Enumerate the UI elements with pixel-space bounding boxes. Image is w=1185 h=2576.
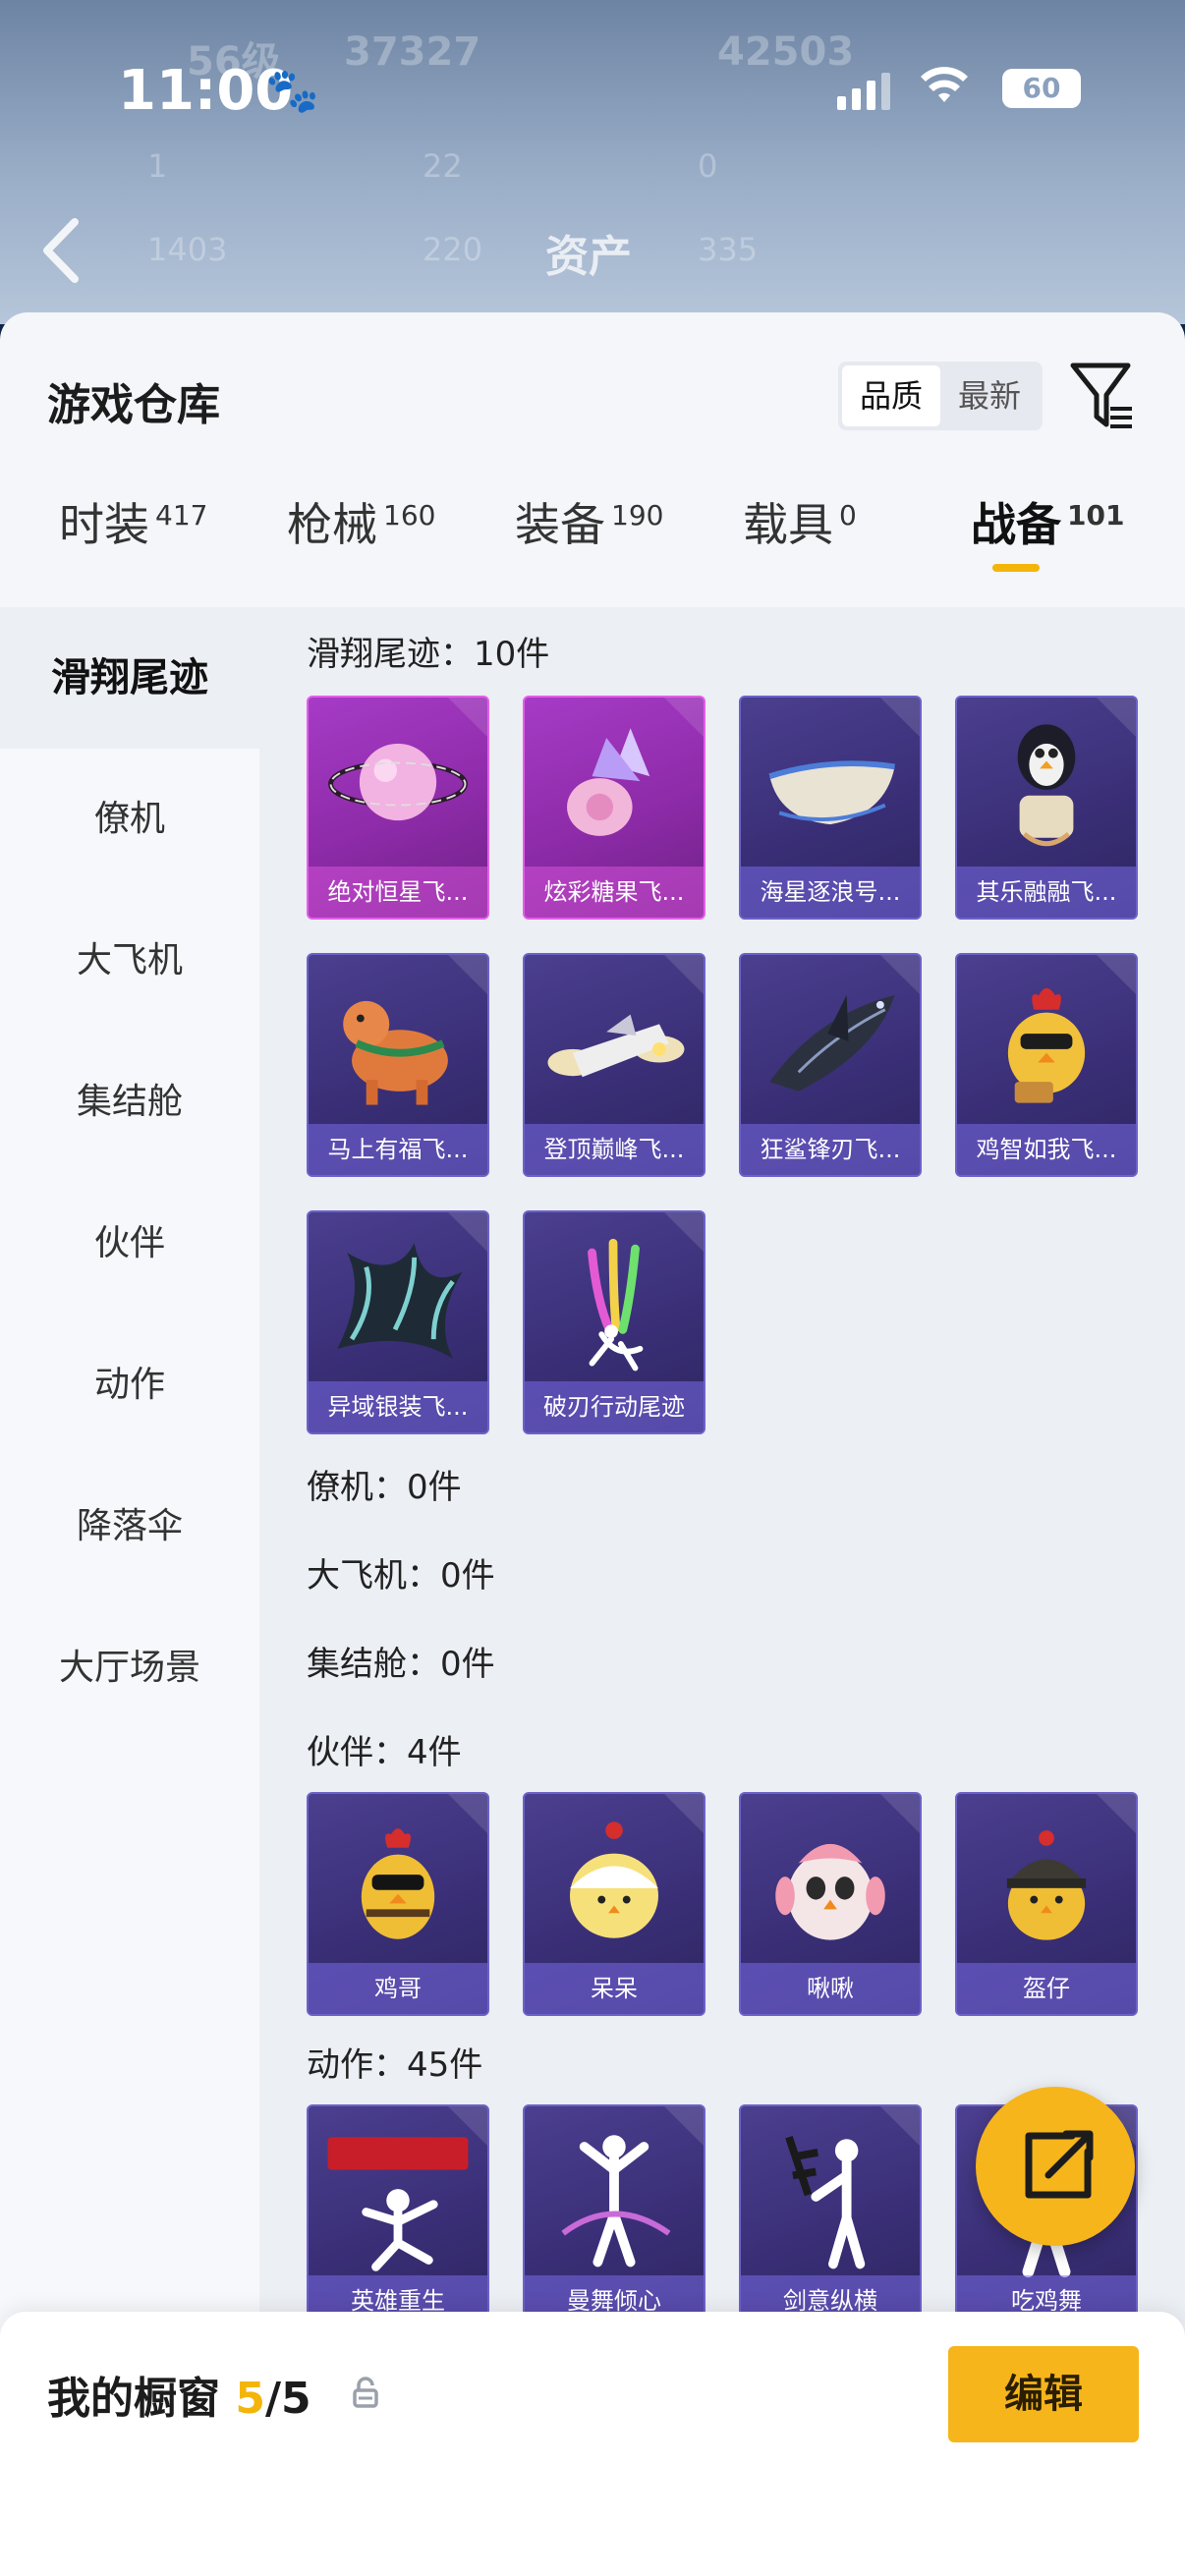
item-art bbox=[768, 760, 895, 825]
item-card[interactable]: 啾啾 bbox=[739, 1792, 922, 2016]
item-name: 异域银装飞... bbox=[309, 1381, 487, 1432]
item-name: 登顶巅峰飞... bbox=[525, 1124, 704, 1175]
item-card[interactable]: 曼舞倾心 bbox=[523, 2104, 705, 2328]
background-page-title: 资产 bbox=[545, 232, 632, 282]
item-art bbox=[1017, 724, 1076, 847]
ghost-stat-e: 220 bbox=[423, 231, 483, 268]
item-art bbox=[361, 1828, 435, 1939]
item-card[interactable]: 剑意纵横 bbox=[739, 2104, 922, 2328]
sort-quality-button[interactable]: 品质 bbox=[842, 365, 940, 426]
item-name: 狂鲨锋刃飞... bbox=[741, 1124, 920, 1175]
item-art bbox=[769, 995, 895, 1092]
section-title-glide: 滑翔尾迹：10件 bbox=[307, 635, 550, 674]
section-title-emote: 动作：45件 bbox=[307, 2045, 483, 2085]
item-art bbox=[567, 728, 650, 836]
item-name: 绝对恒星飞... bbox=[309, 867, 487, 918]
signal-icon bbox=[837, 71, 890, 110]
paw-icon: 🐾 bbox=[265, 66, 319, 116]
item-card[interactable]: 马上有福飞... bbox=[307, 953, 489, 1177]
section-title-partner: 伙伴：4件 bbox=[307, 1733, 462, 1772]
category-tabs: 时装 417 枪械 160 装备 190 载具 0 战备 101 bbox=[0, 489, 1185, 588]
item-art bbox=[343, 1000, 448, 1105]
item-art bbox=[561, 2135, 671, 2268]
item-art bbox=[785, 2136, 866, 2269]
sidebar-item-lobby-scene[interactable]: 大厅场景 bbox=[0, 1597, 259, 1739]
item-art bbox=[328, 743, 468, 821]
item-card[interactable]: 其乐融融飞... bbox=[955, 696, 1138, 920]
share-icon bbox=[1025, 2130, 1094, 2199]
subcategory-sidebar: 滑翔尾迹 僚机 大飞机 集结舱 伙伴 动作 降落伞 大厅场景 bbox=[0, 607, 259, 2576]
ghost-stat-c: 0 bbox=[698, 147, 718, 185]
sidebar-item-big-plane[interactable]: 大飞机 bbox=[0, 890, 259, 1032]
item-art bbox=[337, 1243, 463, 1359]
showcase-bar: 我的橱窗 5/5 编辑 bbox=[0, 2312, 1185, 2576]
ghost-stat-d: 1403 bbox=[147, 231, 228, 268]
sort-newest-button[interactable]: 最新 bbox=[940, 365, 1039, 426]
item-art bbox=[569, 1821, 659, 1938]
wifi-icon bbox=[919, 63, 970, 118]
item-name: 炫彩糖果飞... bbox=[525, 867, 704, 918]
item-name: 鸡智如我飞... bbox=[957, 1124, 1136, 1175]
item-card[interactable]: 登顶巅峰飞... bbox=[523, 953, 705, 1177]
share-button[interactable] bbox=[976, 2087, 1135, 2246]
tab-gear[interactable]: 装备 190 bbox=[515, 489, 663, 554]
item-card[interactable]: 破刃行动尾迹 bbox=[523, 1210, 705, 1434]
item-card[interactable]: 海星逐浪号... bbox=[739, 696, 922, 920]
ghost-stat-f: 335 bbox=[698, 231, 759, 268]
item-name: 盔仔 bbox=[957, 1963, 1136, 2014]
ghost-stat-a: 1 bbox=[147, 147, 168, 185]
item-name: 马上有福飞... bbox=[309, 1124, 487, 1175]
item-art bbox=[327, 2137, 469, 2271]
item-name: 鸡哥 bbox=[309, 1963, 487, 2014]
back-arrow-icon[interactable] bbox=[39, 216, 83, 301]
sidebar-item-assembly-cabin[interactable]: 集结舱 bbox=[0, 1032, 259, 1173]
item-grid: 滑翔尾迹：10件 绝对恒星飞... 炫彩糖果飞... 海星逐浪号... 其乐融融… bbox=[259, 607, 1185, 2576]
item-name: 海星逐浪号... bbox=[741, 867, 920, 918]
item-name: 呆呆 bbox=[525, 1963, 704, 2014]
filter-icon[interactable] bbox=[1069, 360, 1136, 432]
tab-fashion[interactable]: 时装 417 bbox=[59, 489, 207, 554]
item-card[interactable]: 呆呆 bbox=[523, 1792, 705, 2016]
showcase-total-count: /5 bbox=[264, 2374, 311, 2424]
sheet-title: 游戏仓库 bbox=[47, 380, 220, 430]
item-card[interactable]: 狂鲨锋刃飞... bbox=[739, 953, 922, 1177]
item-art bbox=[588, 1238, 644, 1372]
lock-icon bbox=[353, 2377, 378, 2408]
item-card[interactable]: 鸡哥 bbox=[307, 1792, 489, 2016]
tab-war-prep[interactable]: 战备 101 bbox=[971, 489, 1124, 554]
status-bar: 11:00 🐾 60 bbox=[0, 59, 1185, 128]
item-art bbox=[775, 1843, 885, 1940]
sidebar-item-partner[interactable]: 伙伴 bbox=[0, 1173, 259, 1315]
item-name: 其乐融融飞... bbox=[957, 867, 1136, 918]
showcase-label: 我的橱窗 5/5 bbox=[47, 2374, 311, 2424]
item-art bbox=[1006, 1830, 1087, 1940]
sidebar-item-emote[interactable]: 动作 bbox=[0, 1315, 259, 1456]
active-tab-indicator bbox=[992, 564, 1040, 572]
section-title-big-plane: 大飞机：0件 bbox=[307, 1556, 495, 1596]
item-card[interactable]: 异域银装飞... bbox=[307, 1210, 489, 1434]
item-card[interactable]: 绝对恒星飞... bbox=[307, 696, 489, 920]
section-title-wingman: 僚机：0件 bbox=[307, 1468, 462, 1507]
tab-guns[interactable]: 枪械 160 bbox=[287, 489, 435, 554]
tab-vehicles[interactable]: 载具 0 bbox=[743, 489, 857, 554]
section-title-assembly-cabin: 集结舱：0件 bbox=[307, 1645, 495, 1684]
sidebar-item-glide-trail[interactable]: 滑翔尾迹 bbox=[0, 607, 259, 749]
item-card[interactable]: 盔仔 bbox=[955, 1792, 1138, 2016]
item-name: 啾啾 bbox=[741, 1963, 920, 2014]
item-name: 破刃行动尾迹 bbox=[525, 1381, 704, 1432]
edit-showcase-button[interactable]: 编辑 bbox=[948, 2346, 1139, 2442]
showcase-used-count: 5 bbox=[235, 2374, 265, 2424]
item-art bbox=[547, 1014, 685, 1078]
warehouse-content: 滑翔尾迹 僚机 大飞机 集结舱 伙伴 动作 降落伞 大厅场景 滑翔尾迹：10件 … bbox=[0, 607, 1185, 2576]
ghost-stat-b: 22 bbox=[423, 147, 463, 185]
sort-toggle: 品质 最新 bbox=[838, 362, 1043, 430]
item-card[interactable]: 炫彩糖果飞... bbox=[523, 696, 705, 920]
item-art bbox=[1007, 987, 1086, 1103]
background-profile-header: 56级 37327 42503 1 22 0 1403 220 335 11:0… bbox=[0, 0, 1185, 324]
battery-indicator: 60 bbox=[1002, 69, 1081, 108]
item-card[interactable]: 英雄重生 bbox=[307, 2104, 489, 2328]
sidebar-item-wingman[interactable]: 僚机 bbox=[0, 749, 259, 890]
item-card[interactable]: 鸡智如我飞... bbox=[955, 953, 1138, 1177]
sidebar-item-parachute[interactable]: 降落伞 bbox=[0, 1456, 259, 1597]
